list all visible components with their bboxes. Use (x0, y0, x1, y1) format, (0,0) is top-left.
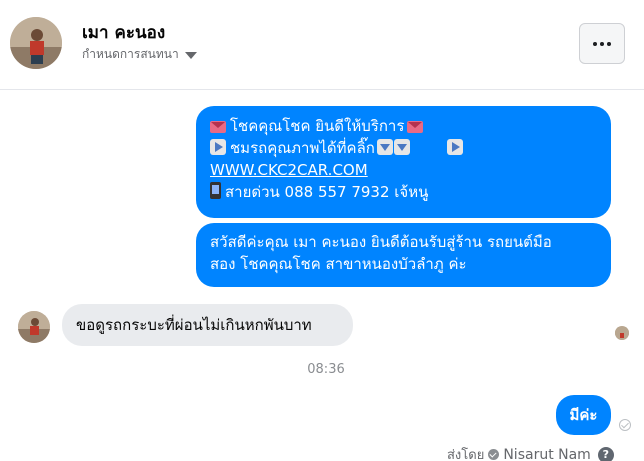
avatar-photo (615, 327, 629, 340)
caret-down-icon (184, 52, 197, 59)
contact-name[interactable]: เมา คะนอง (82, 19, 165, 46)
down-arrow-icon (376, 139, 393, 155)
outgoing-message[interactable]: มีค่ะ (556, 395, 611, 435)
down-arrow-icon (393, 139, 410, 155)
message-line: WWW.CKC2CAR.COM (210, 159, 597, 181)
envelope-heart-icon (210, 121, 226, 133)
avatar-photo (18, 311, 50, 343)
message-line: โชคคุณโชค ยินดีให้บริการ (210, 115, 597, 137)
sender-name: Nisarut Nam (503, 446, 591, 461)
play-button-icon (210, 139, 226, 155)
mobile-phone-icon (210, 182, 221, 199)
seen-avatar (615, 326, 629, 340)
message-timestamp: 08:36 (307, 362, 345, 377)
more-dots-icon (593, 41, 597, 46)
avatar-photo (10, 17, 62, 69)
schedule-label: กำหนดการสนทนา (82, 47, 179, 61)
sent-by-info: ส่งโดย Nisarut Nam ? (447, 444, 614, 461)
incoming-message[interactable]: ขอดูรถกระบะที่ผ่อนไม่เกินหกพันบาท (62, 304, 353, 346)
sent-by-label: ส่งโดย (447, 448, 485, 461)
help-icon[interactable]: ? (597, 446, 614, 461)
play-button-icon (446, 139, 463, 155)
envelope-heart-icon (407, 121, 424, 133)
more-options-button[interactable] (579, 23, 625, 64)
verified-shield-icon (488, 449, 500, 460)
outgoing-message[interactable]: สวัสดีค่ะคุณ เมา คะนอง ยินดีต้อนรับสู่ร้… (196, 223, 611, 287)
contact-avatar[interactable] (10, 17, 62, 69)
message-line: สอง โชคคุณโชค สาขาหนองบัวลำภู ค่ะ (210, 255, 467, 273)
contact-avatar-small[interactable] (18, 311, 50, 343)
outgoing-message[interactable]: โชคคุณโชค ยินดีให้บริการ ชมรถคุณภาพได้ที… (196, 106, 611, 218)
conversation-schedule-menu[interactable]: กำหนดการสนทนา (82, 45, 197, 64)
message-line: สายด่วน 088 557 7932 เจ้หนู (210, 181, 597, 203)
conversation-header: เมา คะนอง กำหนดการสนทนา (0, 0, 644, 90)
message-line: ชมรถคุณภาพได้ที่คลิ๊ก (210, 137, 597, 159)
message-line: สวัสดีค่ะคุณ เมา คะนอง ยินดีต้อนรับสู่ร้… (210, 233, 552, 251)
sent-check-icon (619, 419, 631, 431)
website-link[interactable]: WWW.CKC2CAR.COM (210, 161, 368, 179)
